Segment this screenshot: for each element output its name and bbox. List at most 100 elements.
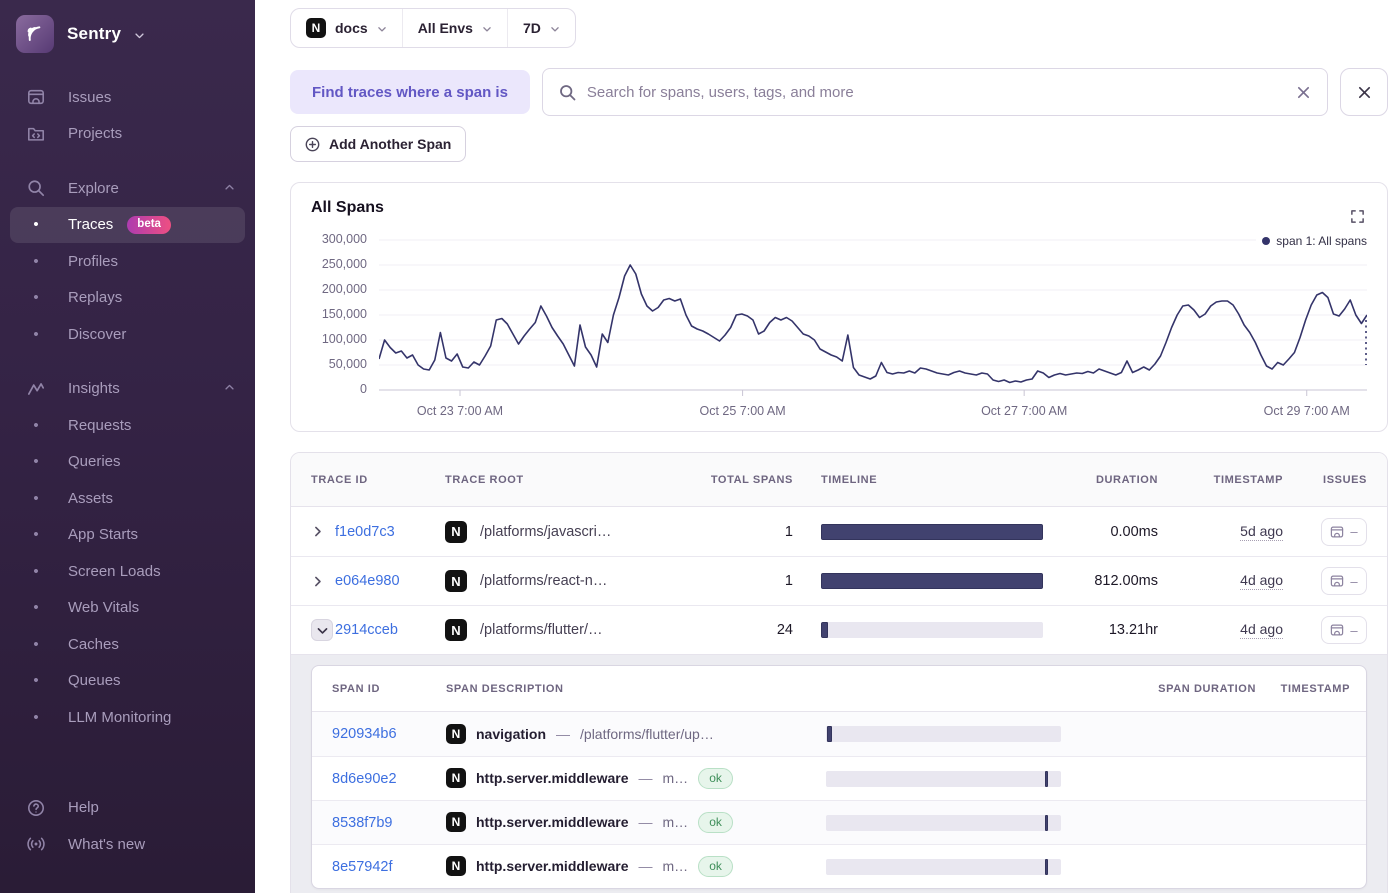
span-id-link[interactable]: 8d6e90e2 — [332, 771, 397, 787]
date-range-filter[interactable]: 7D — [507, 9, 575, 47]
column-header-timestamp: TIMESTAMP — [1256, 683, 1350, 695]
sidebar-item-what-s-new[interactable]: What's new — [10, 826, 245, 863]
collapse-row-button[interactable] — [311, 619, 333, 641]
y-axis-tick-label: 50,000 — [329, 357, 367, 371]
app-root: Sentry IssuesProjectsExplore•Tracesbeta•… — [0, 0, 1400, 893]
trace-row[interactable]: f1e0d7c3 N /platforms/javascri… 1 0.00ms… — [291, 507, 1387, 556]
sidebar-item-discover[interactable]: •Discover — [10, 316, 245, 353]
separator-dash: — — [639, 814, 653, 830]
chevron-up-icon — [224, 380, 235, 397]
duration: 13.21hr — [1043, 622, 1158, 638]
issues-button[interactable]: – — [1321, 518, 1367, 546]
span-row[interactable]: 8538f7b9 N http.server.middleware — m… o… — [312, 800, 1366, 844]
expand-row-icon[interactable] — [311, 575, 335, 588]
projects-icon — [26, 125, 46, 143]
sidebar-item-help[interactable]: Help — [10, 790, 245, 827]
span-row[interactable]: 8d6e90e2 N http.server.middleware — m… o… — [312, 756, 1366, 800]
sidebar-item-profiles[interactable]: •Profiles — [10, 243, 245, 280]
span-timeline-track — [826, 771, 1061, 787]
broadcast-icon — [26, 835, 46, 853]
sidebar-item-web-vitals[interactable]: •Web Vitals — [10, 590, 245, 627]
sidebar-item-assets[interactable]: •Assets — [10, 480, 245, 517]
sidebar-item-label: Explore — [68, 180, 119, 197]
issues-empty-dash: – — [1350, 624, 1357, 637]
platform-icon: N — [445, 521, 467, 543]
span-description: /platforms/flutter/up… — [580, 726, 714, 742]
sidebar-item-projects[interactable]: Projects — [10, 116, 245, 153]
trace-table-header: TRACE IDTRACE ROOTTOTAL SPANSTIMELINEDUR… — [291, 453, 1387, 507]
sidebar-item-queues[interactable]: •Queues — [10, 663, 245, 700]
span-search-input[interactable] — [587, 84, 1285, 101]
clear-search-icon[interactable] — [1296, 85, 1311, 100]
separator-dash: — — [639, 858, 653, 874]
sidebar-item-replays[interactable]: •Replays — [10, 280, 245, 317]
trace-id-link[interactable]: 2914cceb — [335, 622, 398, 638]
sidebar-item-label: Requests — [68, 417, 131, 434]
bullet-icon: • — [26, 710, 46, 725]
x-axis-tick-label: Oct 23 7:00 AM — [417, 404, 503, 418]
column-header-total-spans: TOTAL SPANS — [693, 474, 793, 486]
trace-row[interactable]: e064e980 N /platforms/react-n… 1 812.00m… — [291, 556, 1387, 605]
sidebar-item-insights[interactable]: Insights — [10, 371, 245, 408]
span-timeline-track — [826, 815, 1061, 831]
project-filter[interactable]: N docs — [291, 9, 402, 47]
chevron-up-icon — [224, 180, 235, 197]
sidebar-item-label: Issues — [68, 89, 111, 106]
trace-root: /platforms/flutter/… — [480, 622, 602, 638]
y-axis-tick-label: 0 — [360, 382, 367, 396]
close-icon — [1357, 85, 1372, 100]
bullet-icon: • — [26, 327, 46, 342]
span-description: m… — [663, 814, 689, 830]
sidebar-item-label: Profiles — [68, 253, 118, 270]
environment-filter[interactable]: All Envs — [402, 9, 507, 47]
sidebar-item-explore[interactable]: Explore — [10, 170, 245, 207]
span-row[interactable]: 920934b6 N navigation — /platforms/flutt… — [312, 712, 1366, 756]
sidebar-item-label: Help — [68, 799, 99, 816]
sidebar-item-screen-loads[interactable]: •Screen Loads — [10, 553, 245, 590]
bullet-icon: • — [26, 454, 46, 469]
span-op: http.server.middleware — [476, 858, 629, 874]
sidebar-item-issues[interactable]: Issues — [10, 79, 245, 116]
platform-icon: N — [446, 856, 466, 876]
sidebar-item-label: Replays — [68, 289, 122, 306]
add-another-span-button[interactable]: Add Another Span — [290, 126, 466, 162]
sidebar: Sentry IssuesProjectsExplore•Tracesbeta•… — [0, 0, 255, 893]
sidebar-item-llm-monitoring[interactable]: •LLM Monitoring — [10, 699, 245, 736]
sidebar-item-traces[interactable]: •Tracesbeta — [10, 207, 245, 244]
sidebar-item-caches[interactable]: •Caches — [10, 626, 245, 663]
issues-button[interactable]: – — [1321, 567, 1367, 595]
span-timeline-tick — [1045, 859, 1048, 875]
sidebar-item-label: What's new — [68, 836, 145, 853]
timeline-bar — [821, 573, 1043, 589]
find-traces-pill[interactable]: Find traces where a span is — [290, 70, 530, 114]
span-status-badge: ok — [698, 812, 733, 833]
sidebar-item-label: Caches — [68, 636, 119, 653]
column-header-timeline: TIMELINE — [793, 474, 1043, 486]
span-id-link[interactable]: 8e57942f — [332, 859, 392, 875]
span-id-link[interactable]: 920934b6 — [332, 726, 397, 742]
trace-id-link[interactable]: f1e0d7c3 — [335, 524, 395, 540]
sidebar-item-queries[interactable]: •Queries — [10, 444, 245, 481]
legend-label: span 1: All spans — [1276, 234, 1367, 248]
span-row[interactable]: 8e57942f N http.server.middleware — m… o… — [312, 844, 1366, 888]
sidebar-item-app-starts[interactable]: •App Starts — [10, 517, 245, 554]
fullscreen-icon[interactable] — [1350, 209, 1365, 227]
issues-icon — [1330, 623, 1344, 637]
all-spans-chart-panel: All Spans span 1: All spans 300,000250,0… — [290, 182, 1388, 432]
sidebar-item-label: Projects — [68, 125, 122, 142]
timestamp: 4d ago — [1240, 621, 1283, 639]
issues-icon — [1330, 525, 1344, 539]
sidebar-footer: Help What's new — [0, 790, 255, 863]
trace-row[interactable]: 2914cceb N /platforms/flutter/… 24 13.21… — [291, 605, 1387, 654]
sidebar-item-requests[interactable]: •Requests — [10, 407, 245, 444]
trace-id-link[interactable]: e064e980 — [335, 573, 400, 589]
remove-span-filter-button[interactable] — [1340, 68, 1388, 116]
org-switcher[interactable]: Sentry — [0, 0, 255, 53]
span-description: m… — [663, 770, 689, 786]
platform-icon: N — [446, 724, 466, 744]
sidebar-item-collapse[interactable]: Collapse — [10, 889, 245, 893]
span-id-link[interactable]: 8538f7b9 — [332, 815, 392, 831]
timeline-track — [821, 622, 1043, 638]
issues-button[interactable]: – — [1321, 616, 1367, 644]
expand-row-icon[interactable] — [311, 525, 335, 538]
